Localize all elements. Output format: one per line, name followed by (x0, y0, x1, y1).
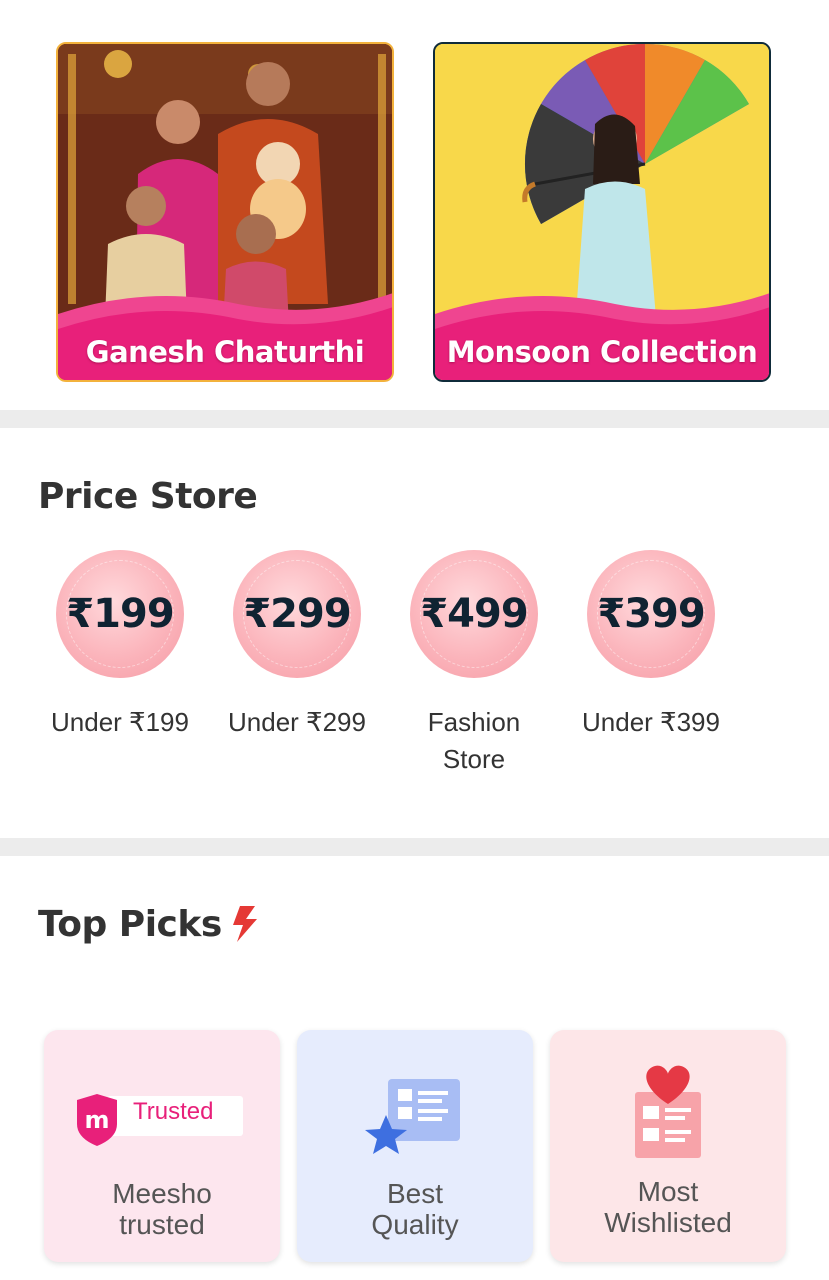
price-item-299[interactable]: ₹299 Under ₹299 (212, 550, 382, 741)
ganesh-chaturthi-banner[interactable]: Ganesh Chaturthi (56, 42, 394, 382)
price-item-199[interactable]: ₹199 Under ₹199 (35, 550, 205, 741)
price-store-title: Price Store (38, 476, 258, 517)
pick-label: Most Wishlisted (604, 1176, 732, 1238)
price-circle: ₹399 (587, 550, 715, 678)
price-label: Under ₹399 (582, 707, 720, 737)
price-label: Fashion Store (427, 707, 521, 774)
top-picks-title: Top Picks (38, 904, 222, 945)
trusted-badge-text: Trusted (133, 1098, 214, 1125)
monsoon-collection-banner[interactable]: Monsoon Collection (433, 42, 771, 382)
price-label: Under ₹299 (228, 707, 366, 737)
best-quality-icon (297, 1060, 533, 1180)
price-label: Under ₹199 (51, 707, 189, 737)
price-value: ₹299 (243, 591, 351, 637)
festival-banners: Ganesh Chaturthi Monsoon Collection (0, 0, 829, 410)
top-pick-meesho-trusted[interactable]: m Trusted Meesho trusted (44, 1030, 280, 1262)
price-circle: ₹199 (56, 550, 184, 678)
price-circle: ₹499 (410, 550, 538, 678)
pick-label: Meesho trusted (112, 1178, 212, 1240)
banner-caption: Ganesh Chaturthi (85, 335, 365, 369)
svg-text:m: m (84, 1106, 109, 1134)
section-divider (0, 410, 829, 428)
top-pick-best-quality[interactable]: Best Quality (297, 1030, 533, 1262)
price-value: ₹199 (66, 591, 174, 637)
price-value: ₹499 (420, 591, 528, 637)
price-item-fashion-store[interactable]: ₹499 Fashion Store (389, 550, 559, 778)
section-divider (0, 838, 829, 856)
top-pick-most-wishlisted[interactable]: Most Wishlisted (550, 1030, 786, 1262)
price-item-399[interactable]: ₹399 Under ₹399 (566, 550, 736, 741)
wishlist-icon (550, 1052, 786, 1172)
lightning-bolt-icon (233, 906, 257, 942)
banner-caption: Monsoon Collection (446, 335, 758, 369)
price-value: ₹399 (597, 591, 705, 637)
price-circle: ₹299 (233, 550, 361, 678)
pick-label: Best Quality (371, 1178, 459, 1240)
